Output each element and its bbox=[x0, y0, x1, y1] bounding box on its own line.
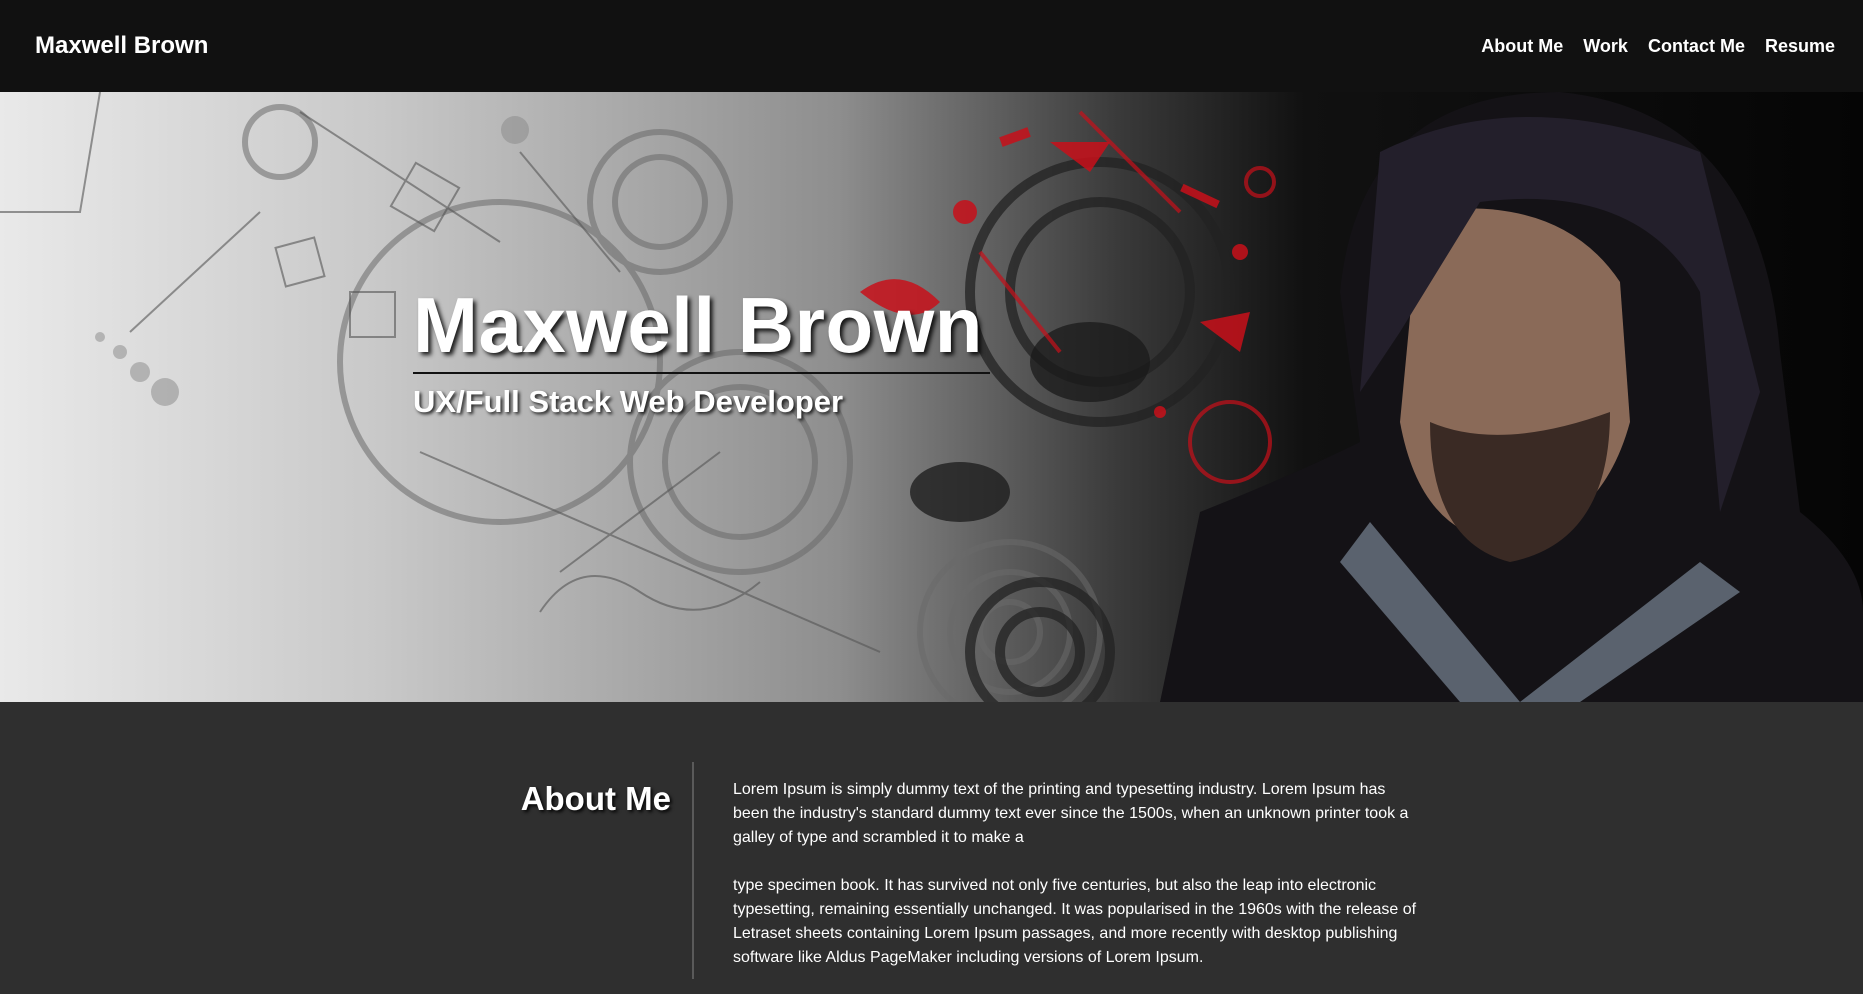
nav-links: About Me Work Contact Me Resume bbox=[1481, 36, 1835, 57]
nav-link-about-me[interactable]: About Me bbox=[1481, 36, 1563, 57]
about-paragraph: Lorem Ipsum is simply dummy text of the … bbox=[733, 781, 1409, 846]
hero-title-block: Maxwell Brown UX/Full Stack Web Develope… bbox=[413, 282, 990, 420]
about-paragraph: type specimen book. It has survived not … bbox=[733, 877, 1417, 966]
hero-title: Maxwell Brown bbox=[413, 281, 983, 369]
hero-divider bbox=[413, 372, 990, 374]
brand-link[interactable]: Maxwell Brown bbox=[35, 32, 208, 60]
about-divider bbox=[692, 762, 694, 979]
nav-link-contact-me[interactable]: Contact Me bbox=[1648, 36, 1745, 57]
portrait-photo bbox=[1160, 92, 1863, 702]
top-navbar: Maxwell Brown About Me Work Contact Me R… bbox=[0, 0, 1863, 92]
about-section: About Me Lorem Ipsum is simply dummy tex… bbox=[0, 702, 1863, 979]
about-heading: About Me bbox=[520, 780, 671, 817]
hero-banner: Maxwell Brown UX/Full Stack Web Develope… bbox=[0, 92, 1863, 702]
nav-link-resume[interactable]: Resume bbox=[1765, 36, 1835, 57]
nav-link-work[interactable]: Work bbox=[1583, 36, 1628, 57]
hero-subtitle: UX/Full Stack Web Developer bbox=[413, 384, 844, 419]
about-text: Lorem Ipsum is simply dummy text of the … bbox=[733, 778, 1423, 994]
